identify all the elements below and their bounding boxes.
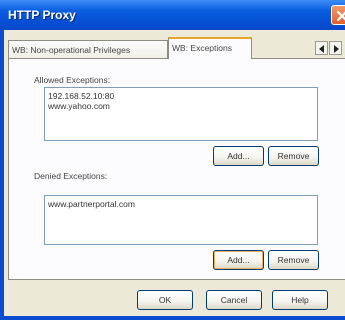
tab-scroll-right-button[interactable]: [329, 41, 342, 55]
allowed-add-button[interactable]: Add...: [213, 146, 264, 166]
denied-add-button[interactable]: Add...: [213, 250, 264, 270]
denied-remove-button[interactable]: Remove: [268, 250, 319, 270]
chevron-right-icon: [334, 45, 339, 53]
allowed-exceptions-list[interactable]: 192.168.52.10:80 www.yahoo.com: [44, 87, 318, 141]
window-frame-left: [0, 30, 4, 320]
list-item[interactable]: www.partnerportal.com: [48, 199, 314, 209]
title-bar[interactable]: HTTP Proxy: [0, 0, 345, 30]
tab-exceptions[interactable]: WB: Exceptions: [168, 37, 252, 59]
denied-exceptions-label: Denied Exceptions:: [34, 171, 108, 181]
help-button[interactable]: Help: [272, 290, 328, 310]
window-title: HTTP Proxy: [8, 8, 76, 22]
window-frame-bottom: [0, 316, 345, 320]
chevron-left-icon: [319, 45, 324, 53]
close-icon: [336, 10, 345, 22]
list-item[interactable]: www.yahoo.com: [48, 101, 314, 111]
ok-button[interactable]: OK: [137, 290, 193, 310]
allowed-exceptions-label: Allowed Exceptions:: [34, 75, 111, 85]
tab-non-operational-privileges[interactable]: WB: Non-operational Privileges: [8, 40, 168, 58]
close-button[interactable]: [331, 5, 345, 25]
tab-scroll-left-button[interactable]: [315, 41, 328, 55]
cancel-button[interactable]: Cancel: [206, 290, 262, 310]
denied-exceptions-list[interactable]: www.partnerportal.com: [44, 195, 318, 245]
allowed-remove-button[interactable]: Remove: [268, 146, 319, 166]
list-item[interactable]: 192.168.52.10:80: [48, 91, 314, 101]
http-proxy-dialog: HTTP Proxy WB: Non-operational Privilege…: [0, 0, 345, 320]
